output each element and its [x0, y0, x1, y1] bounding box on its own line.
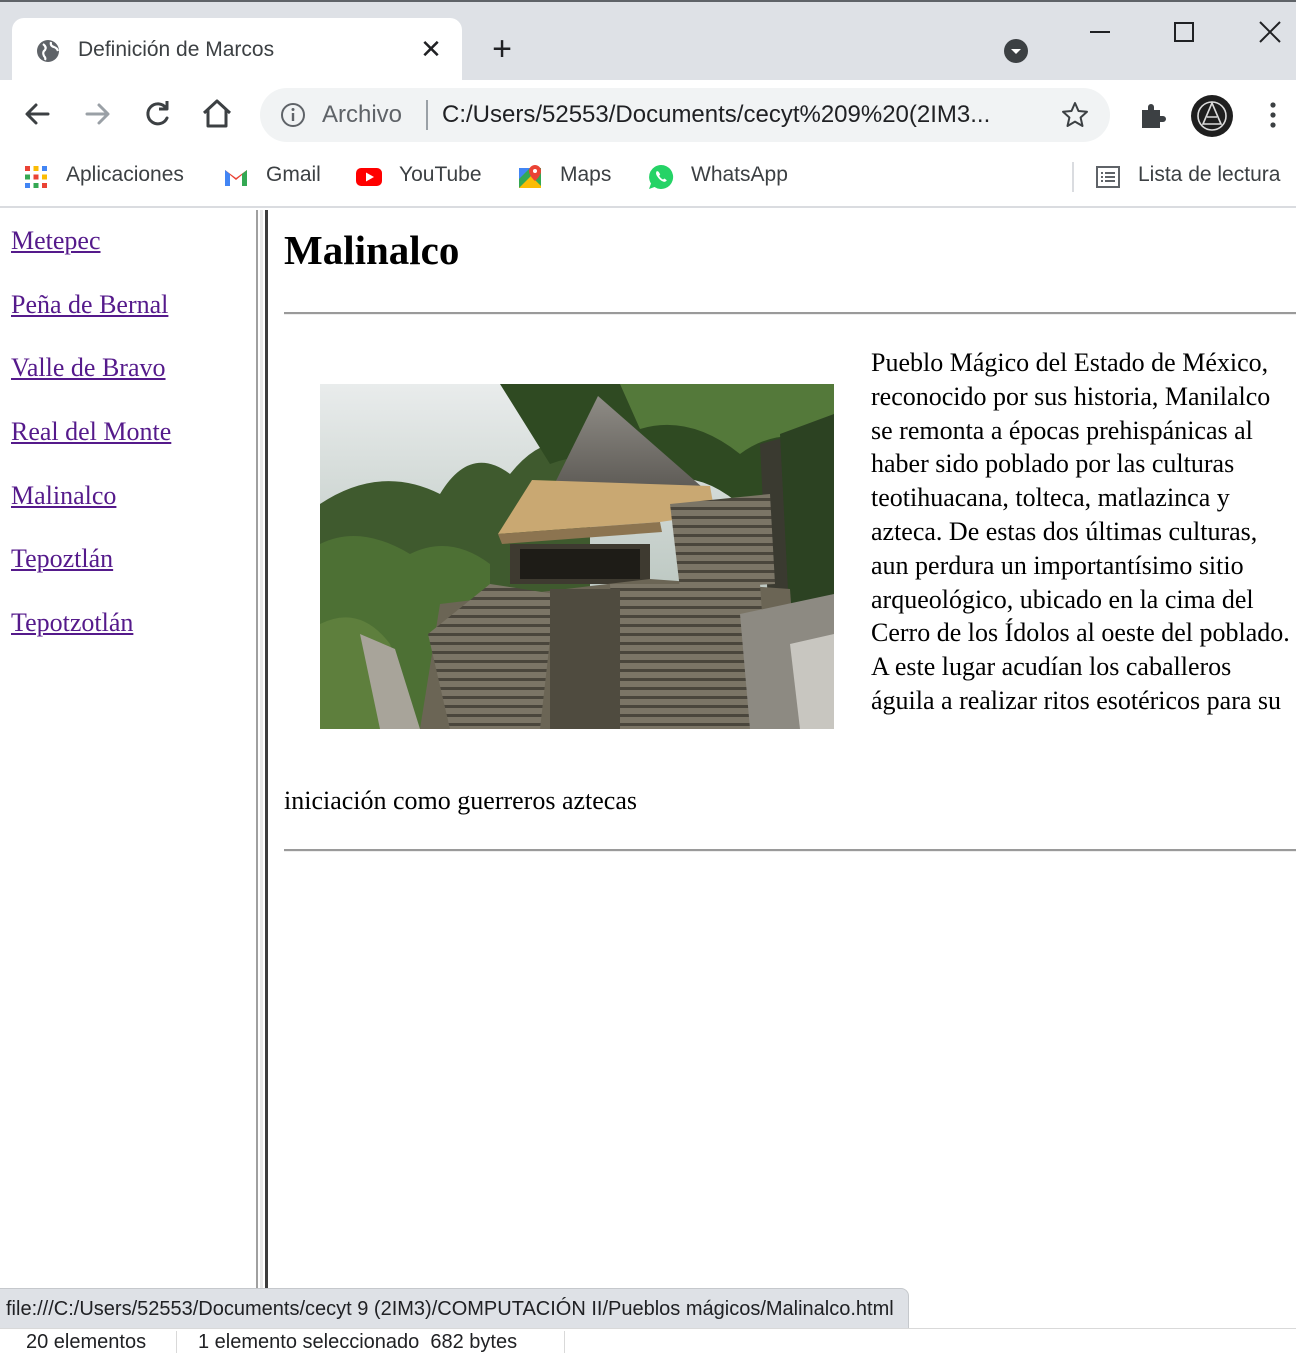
page-title: Malinalco — [284, 227, 460, 273]
reading-list-label: Lista de lectura — [1138, 163, 1281, 186]
browser-tab[interactable]: Definición de Marcos ✕ — [12, 18, 462, 82]
tab-search-icon[interactable] — [1003, 38, 1029, 64]
reading-list-icon — [1096, 166, 1120, 188]
address-bar[interactable]: Archivo C:/Users/52553/Documents/cecyt%2… — [260, 88, 1110, 142]
omnibox-divider — [426, 100, 428, 130]
explorer-status-bar: 20 elementos 1 elemento seleccionado 682… — [0, 1328, 1296, 1354]
info-icon[interactable] — [280, 102, 306, 128]
frame-resize-border[interactable] — [256, 210, 268, 1290]
close-icon[interactable] — [1250, 14, 1290, 50]
malinalco-temple-image — [320, 384, 834, 729]
description-paragraph: Pueblo Mágico del Estado de México, reco… — [871, 348, 1290, 715]
bookmarks-divider — [1072, 162, 1074, 192]
description-paragraph-continuation: iniciación como guerreros aztecas — [284, 786, 637, 815]
bookmark-label: Maps — [560, 163, 612, 186]
navigation-frame: Metepec Peña de Bernal Valle de Bravo Re… — [0, 210, 256, 1290]
nav-link-tepotzotlan[interactable]: Tepotzotlán — [11, 608, 133, 638]
link-hover-status: file:///C:/Users/52553/Documents/cecyt 9… — [0, 1288, 909, 1328]
bookmark-label: WhatsApp — [691, 163, 788, 186]
selection-info: 1 elemento seleccionado 682 bytes — [198, 1331, 518, 1353]
back-arrow-icon[interactable] — [18, 94, 58, 134]
status-divider — [564, 1331, 565, 1353]
new-tab-button[interactable]: + — [486, 32, 518, 66]
kebab-menu-icon[interactable] — [1260, 98, 1286, 132]
reload-icon[interactable] — [137, 94, 177, 134]
bookmark-label: Gmail — [266, 163, 321, 186]
apps-grid-icon — [25, 166, 47, 188]
home-icon[interactable] — [197, 94, 237, 134]
nav-link-pena-de-bernal[interactable]: Peña de Bernal — [11, 290, 168, 320]
forward-arrow-icon[interactable] — [77, 94, 117, 134]
maps-icon — [519, 165, 541, 188]
status-divider — [176, 1331, 177, 1353]
browser-toolbar: Archivo C:/Users/52553/Documents/cecyt%2… — [0, 80, 1296, 152]
tab-strip: Definición de Marcos ✕ + — [0, 0, 1296, 82]
tab-title: Definición de Marcos — [78, 38, 275, 61]
scheme-label: Archivo — [322, 101, 403, 128]
nav-link-metepec[interactable]: Metepec — [11, 226, 101, 256]
youtube-icon — [356, 168, 382, 186]
horizontal-rule — [284, 849, 1296, 852]
bookmark-label: YouTube — [399, 163, 482, 186]
profile-avatar[interactable] — [1190, 94, 1234, 138]
bookmarks-bar: Aplicaciones Gmail YouTube Maps WhatsApp… — [0, 152, 1296, 208]
bookmark-star-icon[interactable] — [1060, 100, 1090, 130]
minimize-icon[interactable] — [1080, 14, 1120, 50]
maximize-icon[interactable] — [1164, 14, 1204, 50]
item-count: 20 elementos — [26, 1331, 147, 1353]
content-frame: Malinalco Pueblo Mágico del Estado de Mé… — [268, 210, 1296, 1290]
whatsapp-icon — [649, 164, 674, 189]
nav-link-valle-de-bravo[interactable]: Valle de Bravo — [11, 353, 166, 383]
url-text[interactable]: C:/Users/52553/Documents/cecyt%209%20(2I… — [442, 101, 1032, 129]
close-tab-icon[interactable]: ✕ — [417, 35, 445, 63]
horizontal-rule — [284, 312, 1296, 315]
globe-icon — [37, 40, 60, 62]
gmail-icon — [225, 170, 247, 186]
nav-link-malinalco[interactable]: Malinalco — [11, 481, 116, 511]
nav-link-tepoztlan[interactable]: Tepoztlán — [11, 544, 113, 574]
bookmark-label: Aplicaciones — [66, 163, 184, 186]
nav-link-real-del-monte[interactable]: Real del Monte — [11, 417, 171, 447]
extensions-puzzle-icon[interactable] — [1136, 98, 1170, 132]
